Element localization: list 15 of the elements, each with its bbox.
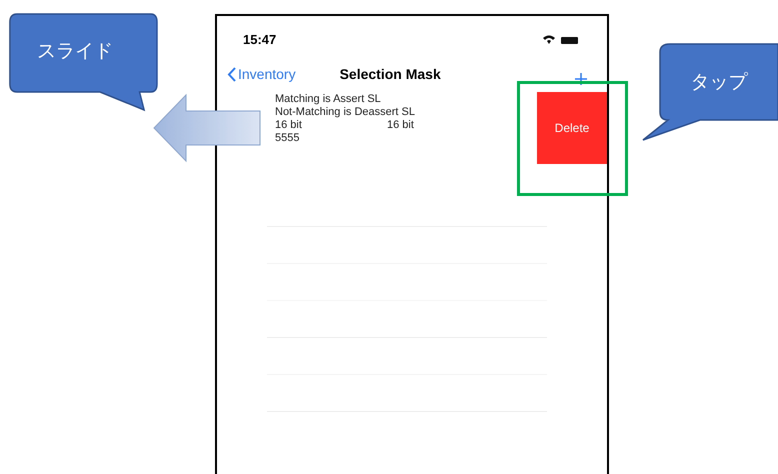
delete-button[interactable]: Delete xyxy=(537,92,607,164)
back-button[interactable]: Inventory xyxy=(227,64,296,85)
row-text: Not-Matching is Deassert SL xyxy=(275,106,415,118)
row-text: 16 bit xyxy=(387,118,414,132)
status-icons xyxy=(541,34,581,45)
row-text: 5555 xyxy=(275,132,300,144)
callout-bubble: スライド xyxy=(8,12,158,112)
nav-title: Selection Mask xyxy=(340,65,441,84)
callout-bubble: タップ xyxy=(640,42,778,142)
row-text: Matching is Assert SL xyxy=(275,92,382,106)
plus-icon[interactable] xyxy=(575,72,587,84)
row-text: 16 bit xyxy=(275,118,303,132)
chevron-left-icon xyxy=(227,67,236,82)
status-time: 15:47 xyxy=(243,31,276,49)
left-arrow-icon xyxy=(152,93,262,163)
